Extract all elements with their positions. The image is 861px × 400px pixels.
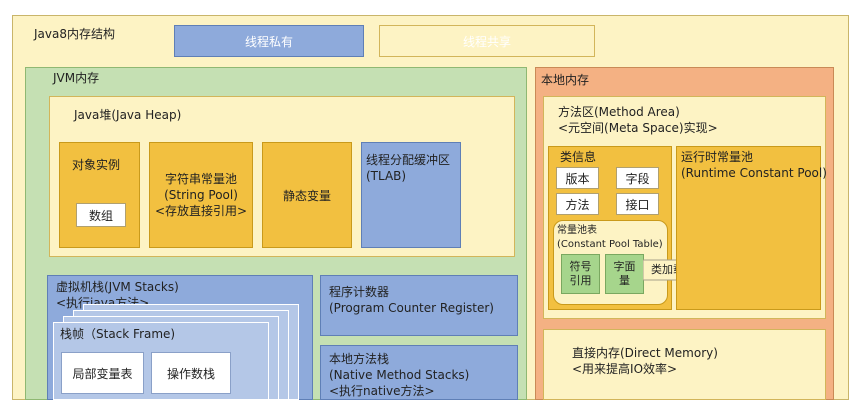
method-area-title: 方法区(Method Area) <元空间(Meta Space)实现> (558, 105, 718, 135)
static-variables-label: 静态变量 (282, 188, 331, 203)
direct-memory-label: 直接内存(Direct Memory) <用来提高IO效率> (572, 346, 718, 376)
diagram-title: Java8内存结构 (34, 27, 115, 41)
method-label: 方法 (565, 197, 590, 212)
field-box: 字段 (616, 167, 659, 189)
symbol-reference-box: 符号 引用 (561, 254, 600, 294)
native-method-stacks-label: 本地方法栈 (Native Method Stacks) <执行native方法… (329, 352, 470, 398)
field-label: 字段 (625, 171, 650, 186)
string-pool-label: 字符串常量池 (String Pool) <存放直接引用> (154, 172, 248, 218)
constant-pool-table-label: 常量池表 (Constant Pool Table) (557, 225, 663, 250)
string-pool-box: 字符串常量池 (String Pool) <存放直接引用> (149, 142, 253, 248)
legend-thread-shared-label: 线程共享 (462, 34, 511, 49)
object-instance-label: 对象实例 (72, 158, 121, 172)
array-label: 数组 (88, 208, 113, 223)
literal-label: 字面 量 (613, 260, 636, 287)
legend-thread-shared: 线程共享 (379, 25, 595, 57)
operand-stack-label: 操作数栈 (166, 366, 215, 381)
pc-register-label: 程序计数器 (Program Counter Register) (329, 285, 494, 315)
interface-label: 接口 (625, 197, 650, 212)
legend-thread-private: 线程私有 (174, 25, 364, 57)
symbol-reference-label: 符号 引用 (569, 260, 592, 287)
operand-stack-box: 操作数栈 (151, 352, 231, 394)
version-label: 版本 (565, 171, 590, 186)
version-box: 版本 (556, 167, 599, 189)
local-variables-box: 局部变量表 (61, 352, 144, 394)
tlab-label: 线程分配缓冲区 (TLAB) (366, 153, 451, 183)
method-box: 方法 (556, 193, 599, 215)
literal-box: 字面 量 (605, 254, 644, 294)
jvm-memory-title: JVM内存 (53, 71, 100, 85)
interface-box: 接口 (616, 193, 659, 215)
static-variables-box: 静态变量 (262, 142, 352, 248)
array-box: 数组 (76, 203, 126, 227)
java-heap-title: Java堆(Java Heap) (74, 108, 182, 122)
stack-frame-title: 栈帧（Stack Frame) (60, 327, 176, 341)
runtime-constant-pool-label: 运行时常量池 (Runtime Constant Pool) (681, 150, 827, 180)
legend-thread-private-label: 线程私有 (244, 34, 293, 49)
local-variables-label: 局部变量表 (72, 366, 133, 381)
class-info-title: 类信息 (560, 150, 597, 164)
native-memory-title: 本地内存 (541, 73, 590, 87)
